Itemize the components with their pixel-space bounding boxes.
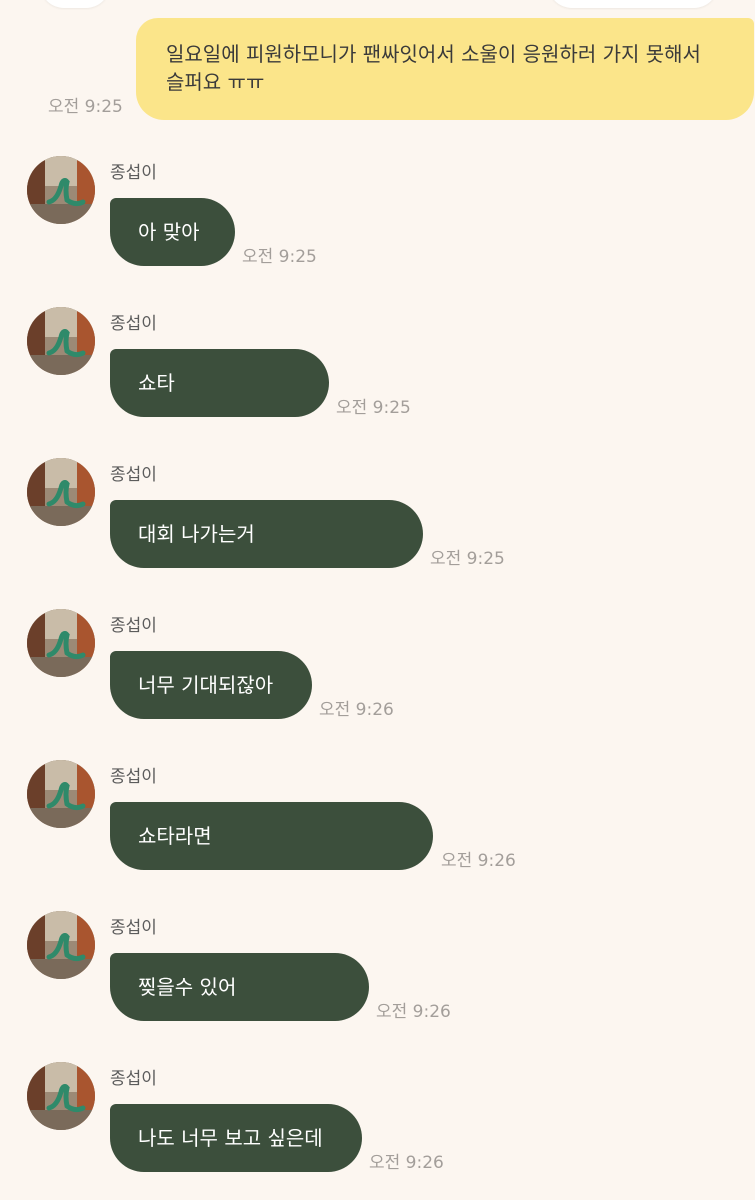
sender-name: 종섭이 [110,314,157,334]
lizard-avatar-icon [27,911,95,979]
lizard-avatar-icon [27,156,95,224]
sender-name: 종섭이 [110,616,157,636]
sender-avatar[interactable] [27,911,95,979]
outgoing-message-row: 오전 9:25 일요일에 피원하모니가 팬싸잇어서 소울이 응원하러 가지 못해… [0,18,755,120]
message-timestamp: 오전 9:26 [376,1002,451,1022]
incoming-message-bubble[interactable]: 나도 너무 보고 싶은데 [110,1104,362,1172]
lizard-avatar-icon [27,760,95,828]
incoming-message-bubble[interactable]: 찢을수 있어 [110,953,369,1021]
incoming-message-bubble[interactable]: 쇼타라면 [110,802,433,870]
incoming-message-bubble[interactable]: 너무 기대되잖아 [110,651,312,719]
message-timestamp: 오전 9:26 [369,1153,444,1173]
sender-avatar[interactable] [27,156,95,224]
top-right-control[interactable] [548,0,718,8]
lizard-avatar-icon [27,458,95,526]
message-timestamp: 오전 9:25 [336,398,411,418]
sender-name: 종섭이 [110,767,157,787]
incoming-message-row: 종섭이 쇼타라면 오전 9:26 [0,760,755,890]
outgoing-message-bubble[interactable]: 일요일에 피원하모니가 팬싸잇어서 소울이 응원하러 가지 못해서 슬퍼요 ㅠㅠ [136,18,754,120]
incoming-message-row: 종섭이 쇼타 오전 9:25 [0,307,755,437]
message-timestamp: 오전 9:26 [319,700,394,720]
sender-name: 종섭이 [110,465,157,485]
chat-screen: 오전 9:25 일요일에 피원하모니가 팬싸잇어서 소울이 응원하러 가지 못해… [0,0,755,1200]
incoming-message-row: 종섭이 찢을수 있어 오전 9:26 [0,911,755,1041]
sender-name: 종섭이 [110,163,157,183]
sender-name: 종섭이 [110,918,157,938]
sender-name: 종섭이 [110,1069,157,1089]
incoming-message-row: 종섭이 아 맞아 오전 9:25 [0,156,755,286]
message-timestamp: 오전 9:25 [48,97,123,117]
message-timestamp: 오전 9:26 [441,851,516,871]
lizard-avatar-icon [27,307,95,375]
sender-avatar[interactable] [27,760,95,828]
sender-avatar[interactable] [27,458,95,526]
message-timestamp: 오전 9:25 [242,247,317,267]
lizard-avatar-icon [27,1062,95,1130]
incoming-message-bubble[interactable]: 대회 나가는거 [110,500,423,568]
incoming-message-row: 종섭이 나도 너무 보고 싶은데 오전 9:26 [0,1062,755,1192]
message-timestamp: 오전 9:25 [430,549,505,569]
incoming-message-row: 종섭이 대회 나가는거 오전 9:25 [0,458,755,588]
sender-avatar[interactable] [27,307,95,375]
top-left-control[interactable] [40,0,110,8]
sender-avatar[interactable] [27,1062,95,1130]
lizard-avatar-icon [27,609,95,677]
incoming-message-bubble[interactable]: 쇼타 [110,349,329,417]
sender-avatar[interactable] [27,609,95,677]
incoming-message-bubble[interactable]: 아 맞아 [110,198,235,266]
incoming-message-row: 종섭이 너무 기대되잖아 오전 9:26 [0,609,755,739]
